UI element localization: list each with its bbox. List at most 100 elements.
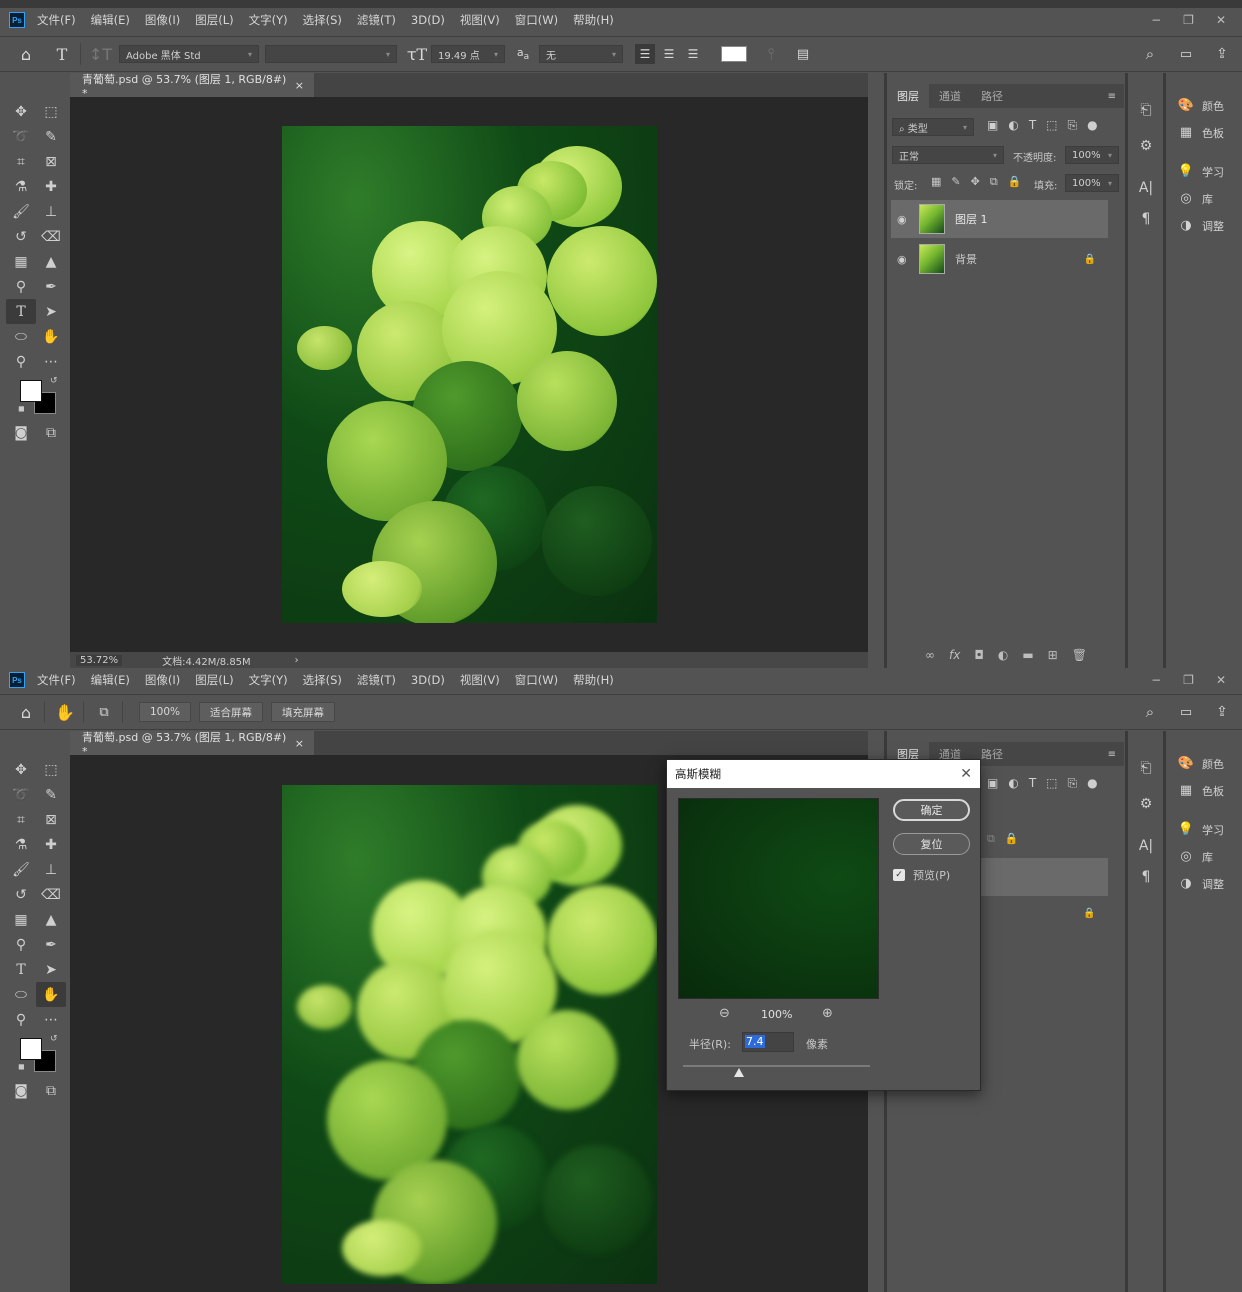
home-icon[interactable]: ⌂ bbox=[16, 703, 36, 722]
crop-tool-icon[interactable]: ⌗ bbox=[6, 807, 36, 832]
zoom-100-button[interactable]: 100% bbox=[139, 702, 192, 722]
filter-shape-icon[interactable]: ⬚ bbox=[1046, 776, 1057, 791]
filter-type-icon[interactable]: T bbox=[1029, 118, 1036, 133]
path-select-icon[interactable]: ➤ bbox=[36, 299, 66, 324]
panel-swatches[interactable]: ▦ 色板 bbox=[1166, 777, 1242, 804]
menu-view[interactable]: 视图(V) bbox=[460, 672, 500, 688]
panel-swatches[interactable]: ▦ 色板 bbox=[1166, 119, 1242, 146]
delete-layer-icon[interactable]: 🗑 bbox=[1072, 648, 1087, 662]
menu-window[interactable]: 窗口(W) bbox=[515, 672, 558, 688]
radius-input[interactable]: 7.4 bbox=[742, 1032, 794, 1052]
doc-tab[interactable]: 青葡萄.psd @ 53.7% (图层 1, RGB/8#) * × bbox=[70, 73, 314, 100]
lock-all-icon[interactable]: 🔒 bbox=[1008, 175, 1022, 189]
radius-slider-track[interactable] bbox=[683, 1065, 870, 1067]
marquee-tool-icon[interactable]: ⬚ bbox=[36, 99, 66, 124]
zoom-tool-icon[interactable]: ⚲ bbox=[6, 1007, 36, 1032]
blur-preview[interactable] bbox=[678, 798, 879, 999]
menu-3d[interactable]: 3D(D) bbox=[411, 673, 445, 687]
panel-learn[interactable]: 💡 学习 bbox=[1166, 816, 1242, 843]
share-icon[interactable]: ⇪ bbox=[1212, 704, 1232, 720]
menu-select[interactable]: 选择(S) bbox=[303, 12, 342, 28]
panel-adjust[interactable]: ◑ 调整 bbox=[1166, 212, 1242, 239]
hand-tool-icon[interactable]: ✋ bbox=[36, 324, 66, 349]
menu-view[interactable]: 视图(V) bbox=[460, 12, 500, 28]
doc-tab[interactable]: 青葡萄.psd @ 53.7% (图层 1, RGB/8#) * × bbox=[70, 731, 314, 758]
align-left-icon[interactable]: ☰ bbox=[635, 44, 655, 64]
zoom-in-icon[interactable]: ⊕ bbox=[822, 1006, 833, 1021]
status-zoom[interactable]: 53.72% bbox=[76, 654, 123, 666]
ellipse-tool-icon[interactable]: ⬭ bbox=[6, 982, 36, 1007]
panel-color[interactable]: 🎨 颜色 bbox=[1166, 92, 1242, 119]
panel-adjust[interactable]: ◑ 调整 bbox=[1166, 870, 1242, 897]
menu-type[interactable]: 文字(Y) bbox=[249, 672, 288, 688]
tab-channels[interactable]: 通道 bbox=[929, 84, 971, 108]
properties-icon[interactable]: ⚙ bbox=[1128, 128, 1164, 164]
menu-3d[interactable]: 3D(D) bbox=[411, 13, 445, 27]
menu-file[interactable]: 文件(F) bbox=[37, 12, 76, 28]
blend-mode-select[interactable]: 正常 ▾ bbox=[892, 146, 1004, 164]
healing-tool-icon[interactable]: ✚ bbox=[36, 174, 66, 199]
tab-layers[interactable]: 图层 bbox=[887, 84, 929, 108]
lock-all-icon[interactable]: 🔒 bbox=[1005, 832, 1019, 846]
new-layer-icon[interactable]: ⊞ bbox=[1048, 648, 1058, 662]
lasso-tool-icon[interactable]: ➰ bbox=[6, 782, 36, 807]
menu-help[interactable]: 帮助(H) bbox=[573, 12, 614, 28]
foreground-color-swatch[interactable] bbox=[20, 380, 42, 402]
panel-learn[interactable]: 💡 学习 bbox=[1166, 158, 1242, 185]
warp-text-icon[interactable]: ⫯ bbox=[761, 44, 781, 64]
filter-adjust-icon[interactable]: ◐ bbox=[1008, 118, 1018, 133]
doc-tab-close-icon[interactable]: × bbox=[295, 79, 304, 92]
menu-filter[interactable]: 滤镜(T) bbox=[357, 12, 396, 28]
panel-menu-icon[interactable]: ≡ bbox=[1108, 91, 1116, 102]
reset-button[interactable]: 复位 bbox=[893, 833, 970, 855]
menu-edit[interactable]: 编辑(E) bbox=[91, 672, 130, 688]
character-panel-icon[interactable]: ▤ bbox=[793, 47, 813, 62]
menu-window[interactable]: 窗口(W) bbox=[515, 12, 558, 28]
gradient-tool-icon[interactable]: ▦ bbox=[6, 249, 36, 274]
crop-tool-icon[interactable]: ⌗ bbox=[6, 149, 36, 174]
search-icon[interactable]: ⌕ bbox=[1140, 703, 1160, 721]
ellipse-tool-icon[interactable]: ⬭ bbox=[6, 324, 36, 349]
pen-tool-icon[interactable]: ✒ bbox=[36, 274, 66, 299]
panel-library[interactable]: ◎ 库 bbox=[1166, 185, 1242, 212]
filter-pixel-icon[interactable]: ▣ bbox=[987, 776, 998, 791]
type-tool-preset-icon[interactable]: T bbox=[52, 45, 72, 64]
layer-row[interactable]: ◉ 图层 1 bbox=[891, 200, 1108, 238]
lock-transparency-icon[interactable]: ▦ bbox=[931, 175, 941, 189]
screen-mode-icon[interactable]: ⧉ bbox=[36, 420, 66, 445]
stamp-tool-icon[interactable]: ⊥ bbox=[36, 199, 66, 224]
font-style-select[interactable]: ▾ bbox=[265, 45, 397, 63]
zoom-tool-icon[interactable]: ⚲ bbox=[6, 349, 36, 374]
menu-edit[interactable]: 编辑(E) bbox=[91, 12, 130, 28]
link-layers-icon[interactable]: ∞ bbox=[925, 648, 935, 662]
pen-tool-icon[interactable]: ✒ bbox=[36, 932, 66, 957]
restore-button[interactable]: ❐ bbox=[1183, 13, 1194, 27]
share-icon[interactable]: ⇪ bbox=[1212, 46, 1232, 62]
home-icon[interactable]: ⌂ bbox=[16, 45, 36, 64]
fill-input[interactable]: 100% ▾ bbox=[1065, 174, 1119, 192]
panel-library[interactable]: ◎ 库 bbox=[1166, 843, 1242, 870]
menu-help[interactable]: 帮助(H) bbox=[573, 672, 614, 688]
scroll-all-windows-icon[interactable]: ⧉ bbox=[94, 705, 114, 720]
fx-icon[interactable]: fx bbox=[949, 648, 960, 662]
more-tools-icon[interactable]: ⋯ bbox=[36, 1007, 66, 1032]
font-size-select[interactable]: 19.49 点 ▾ bbox=[431, 45, 505, 63]
blur-tool-icon[interactable]: ▲ bbox=[36, 249, 66, 274]
lock-artboard-icon[interactable]: ⧉ bbox=[990, 175, 998, 189]
ok-button[interactable]: 确定 bbox=[893, 799, 970, 821]
history-brush-icon[interactable]: ↺ bbox=[6, 224, 36, 249]
eyedropper-tool-icon[interactable]: ⚗ bbox=[6, 832, 36, 857]
checkbox-checked-icon[interactable]: ✓ bbox=[893, 869, 905, 881]
lasso-tool-icon[interactable]: ➰ bbox=[6, 124, 36, 149]
opacity-input[interactable]: 100% ▾ bbox=[1065, 146, 1119, 164]
anti-alias-select[interactable]: 无 ▾ bbox=[539, 45, 623, 63]
quick-select-tool-icon[interactable]: ✎ bbox=[36, 782, 66, 807]
foreground-color-swatch[interactable] bbox=[20, 1038, 42, 1060]
dodge-tool-icon[interactable]: ⚲ bbox=[6, 932, 36, 957]
filter-smart-icon[interactable]: ⎘ bbox=[1068, 118, 1078, 133]
text-orientation-icon[interactable]: ↕T bbox=[89, 45, 112, 64]
filter-pixel-icon[interactable]: ▣ bbox=[987, 118, 998, 133]
filter-adjust-icon[interactable]: ◐ bbox=[1008, 776, 1018, 791]
filter-toggle-icon[interactable]: ● bbox=[1087, 118, 1097, 133]
tab-paths[interactable]: 路径 bbox=[971, 84, 1013, 108]
